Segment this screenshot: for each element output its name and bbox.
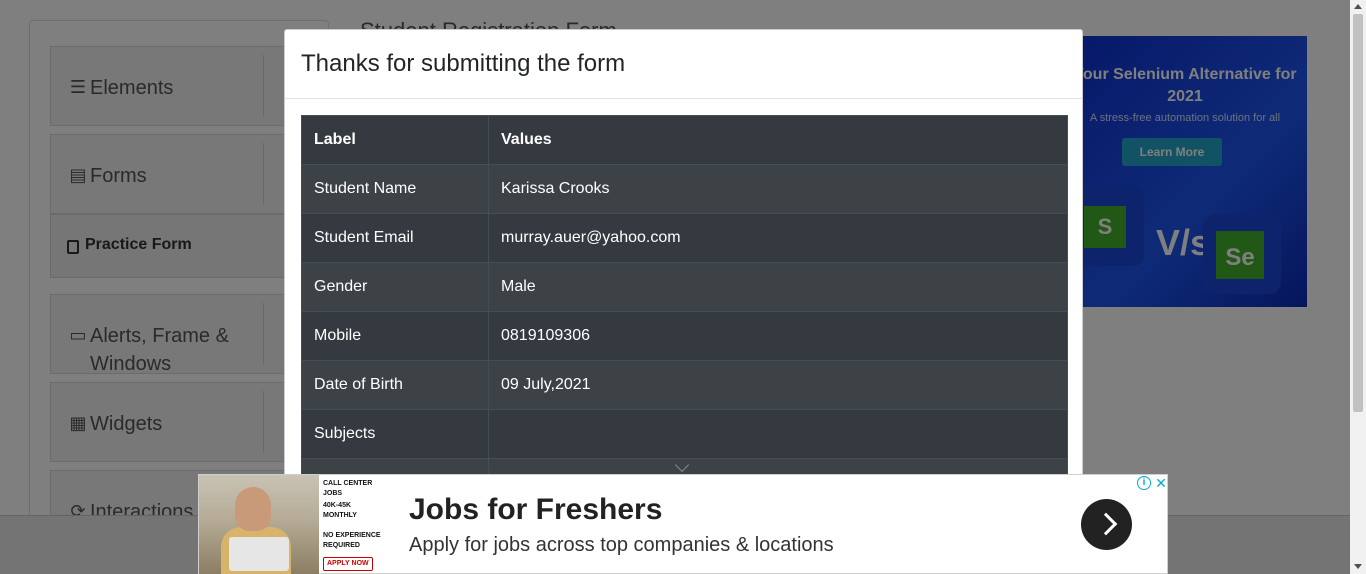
table-header-row: Label Values (301, 115, 1068, 165)
table-row: Student Name Karissa Crooks (301, 164, 1068, 214)
scroll-up-arrow-icon[interactable] (1354, 4, 1362, 9)
row-label: Date of Birth (301, 360, 489, 410)
ad-mini-line: MONTHLY (323, 512, 357, 519)
ad-photo (199, 475, 319, 574)
modal-header: Thanks for submitting the form (285, 30, 1082, 99)
row-value (488, 409, 1068, 459)
ad-photo-laptop (229, 537, 289, 571)
table-row: Subjects (301, 409, 1068, 459)
ad-mini-creative: CALL CENTER JOBS 40K-45K MONTHLY NO EXPE… (323, 479, 393, 571)
table-row: Mobile 0819109306 (301, 311, 1068, 361)
ad-subtitle[interactable]: Apply for jobs across top companies & lo… (409, 533, 834, 557)
row-value: 09 July,2021 (488, 360, 1068, 410)
results-table: Label Values Student Name Karissa Crooks… (301, 115, 1068, 498)
scroll-down-arrow-icon[interactable] (1354, 564, 1362, 569)
scrollbar-thumb[interactable] (1353, 14, 1363, 412)
row-label: Mobile (301, 311, 489, 361)
ad-mini-line: 40K-45K (323, 502, 352, 509)
row-label: Gender (301, 262, 489, 312)
ad-apply-now-badge: APPLY NOW (323, 557, 373, 571)
ad-title[interactable]: Jobs for Freshers (409, 492, 662, 528)
row-value: murray.auer@yahoo.com (488, 213, 1068, 263)
row-label: Student Email (301, 213, 489, 263)
ad-mini-line: CALL CENTER JOBS (323, 480, 373, 497)
column-header-values: Values (488, 115, 1068, 165)
ad-mini-line: NO EXPERIENCE (323, 532, 381, 539)
row-value: Karissa Crooks (488, 164, 1068, 214)
row-value: Male (488, 262, 1068, 312)
ad-close-icon[interactable]: ✕ (1154, 476, 1168, 490)
ad-info-icon[interactable]: i (1137, 476, 1151, 490)
bottom-ad-banner[interactable]: CALL CENTER JOBS 40K-45K MONTHLY NO EXPE… (198, 474, 1168, 574)
page-scrollbar[interactable] (1350, 0, 1366, 574)
table-row: Student Email murray.auer@yahoo.com (301, 213, 1068, 263)
row-value: 0819109306 (488, 311, 1068, 361)
ad-next-arrow-icon[interactable] (1081, 499, 1132, 550)
submission-modal: Thanks for submitting the form Label Val… (284, 29, 1083, 499)
column-header-label: Label (301, 115, 489, 165)
row-label: Student Name (301, 164, 489, 214)
ad-mini-line: REQUIRED (323, 542, 360, 549)
row-label: Subjects (301, 409, 489, 459)
modal-title: Thanks for submitting the form (301, 50, 626, 77)
table-row: Gender Male (301, 262, 1068, 312)
ad-photo-head (235, 487, 271, 531)
table-row: Date of Birth 09 July,2021 (301, 360, 1068, 410)
